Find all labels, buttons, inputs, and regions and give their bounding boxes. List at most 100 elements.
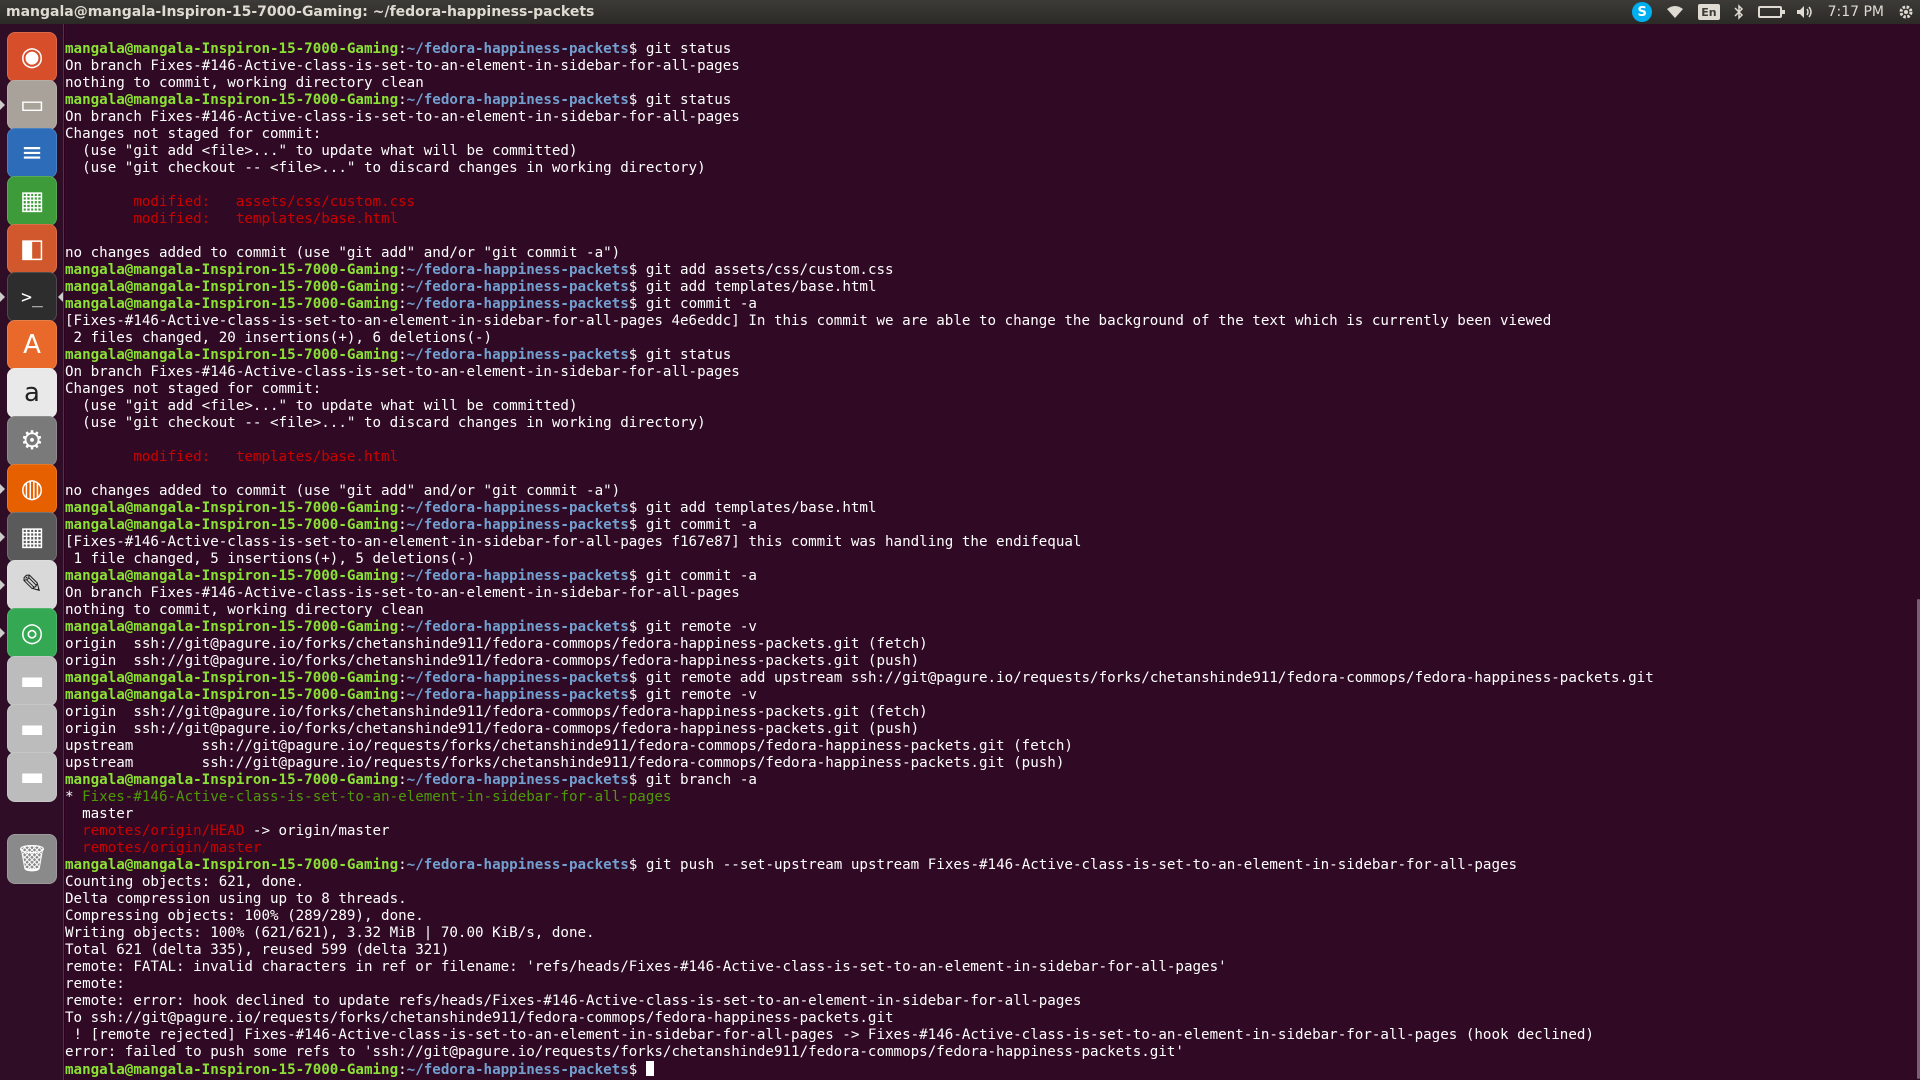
shopping-bag-icon: A [23, 330, 41, 360]
trash-icon: 🗑 [15, 844, 49, 874]
hard-drive-icon: ▬ [19, 714, 45, 744]
launcher-drive-3[interactable]: ▬ [7, 752, 57, 802]
terminal-line: origin ssh://git@pagure.io/forks/chetans… [65, 636, 1920, 653]
terminal-line: On branch Fixes-#146-Active-class-is-set… [65, 364, 1920, 381]
indicator-area: S En 7:17 PM [1632, 0, 1914, 24]
output-text: 1 file changed, 5 insertions(+), 5 delet… [65, 551, 475, 567]
terminal-line: (use "git checkout -- <file>..." to disc… [65, 415, 1920, 432]
terminal-line: modified: templates/base.html [65, 449, 1920, 466]
command-text: git status [645, 92, 732, 108]
output-text: origin ssh://git@pagure.io/forks/chetans… [65, 704, 928, 720]
launcher-system-settings[interactable]: ⚙ [7, 416, 57, 466]
terminal-line: mangala@mangala-Inspiron-15-7000-Gaming:… [65, 41, 1920, 58]
command-text: git push --set-upstream upstream Fixes-#… [645, 857, 1518, 873]
bluetooth-icon[interactable] [1734, 3, 1744, 21]
prompt-symbol: $ [628, 772, 646, 788]
prompt-path: ~/fedora-happiness-packets [406, 670, 629, 686]
output-text: origin ssh://git@pagure.io/forks/chetans… [65, 721, 920, 737]
prompt-user: mangala@mangala-Inspiron-15-7000-Gaming [65, 772, 399, 788]
skype-icon[interactable]: S [1632, 2, 1653, 22]
launcher-chrome[interactable]: ◎ [7, 608, 57, 658]
launcher-drive-2[interactable]: ▬ [7, 704, 57, 754]
terminal-line: (use "git add <file>..." to update what … [65, 143, 1920, 160]
output-text: Total 621 (delta 335), reused 599 (delta… [65, 942, 450, 958]
output-text: no changes added to commit (use "git add… [65, 245, 621, 261]
output-text: On branch Fixes-#146-Active-class-is-set… [65, 585, 740, 601]
output-text: remote: error: hook declined to update r… [65, 993, 1082, 1009]
volume-icon[interactable] [1796, 3, 1814, 21]
prompt-user: mangala@mangala-Inspiron-15-7000-Gaming [65, 500, 399, 516]
prompt-separator: : [398, 687, 407, 703]
terminal-line: mangala@mangala-Inspiron-15-7000-Gaming:… [65, 279, 1920, 296]
keyboard-layout-indicator[interactable]: En [1698, 4, 1720, 20]
terminal-window[interactable]: mangala@mangala-Inspiron-15-7000-Gaming:… [65, 24, 1920, 1080]
terminal-line: origin ssh://git@pagure.io/forks/chetans… [65, 721, 1920, 738]
terminal-line: Compressing objects: 100% (289/289), don… [65, 908, 1920, 925]
gear-icon[interactable] [1898, 3, 1914, 21]
launcher-terminal[interactable]: >_ [7, 272, 57, 322]
output-text: error: failed to push some refs to 'ssh:… [65, 1044, 1184, 1060]
launcher-files[interactable]: ▭ [7, 80, 57, 130]
modified-file: modified: templates/base.html [65, 449, 399, 465]
terminal-line: mangala@mangala-Inspiron-15-7000-Gaming:… [65, 500, 1920, 517]
launcher-libreoffice-impress[interactable]: ◧ [7, 224, 57, 274]
output-text: ! [remote rejected] Fixes-#146-Active-cl… [65, 1027, 1594, 1043]
terminal-line: [Fixes-#146-Active-class-is-set-to-an-el… [65, 534, 1920, 551]
terminal-line: mangala@mangala-Inspiron-15-7000-Gaming:… [65, 262, 1920, 279]
command-text: git status [645, 41, 732, 57]
writer-document-icon: ≡ [21, 138, 43, 168]
terminal-line: remote: [65, 976, 1920, 993]
command-text: git commit -a [645, 517, 757, 533]
current-branch-marker: * [65, 789, 83, 805]
prompt-symbol: $ [628, 857, 646, 873]
prompt-symbol: $ [628, 687, 646, 703]
terminal-line: no changes added to commit (use "git add… [65, 245, 1920, 262]
launcher-libreoffice-calc[interactable]: ▦ [7, 176, 57, 226]
prompt-path: ~/fedora-happiness-packets [406, 857, 629, 873]
launcher-drive-1[interactable]: ▬ [7, 656, 57, 706]
clock[interactable]: 7:17 PM [1828, 3, 1884, 21]
command-text: git remote add upstream ssh://git@pagure… [645, 670, 1654, 686]
terminal-line: master [65, 806, 1920, 823]
prompt-path: ~/fedora-happiness-packets [406, 500, 629, 516]
launcher-trash[interactable]: 🗑 [7, 834, 57, 884]
wifi-icon[interactable] [1666, 3, 1684, 21]
current-branch-name: Fixes-#146-Active-class-is-set-to-an-ele… [82, 789, 672, 805]
prompt-separator: : [398, 500, 407, 516]
battery-icon[interactable] [1757, 3, 1785, 21]
terminal-line: modified: assets/css/custom.css [65, 194, 1920, 211]
remote-branch: remotes/origin/master [65, 840, 262, 856]
terminal-line: mangala@mangala-Inspiron-15-7000-Gaming:… [65, 568, 1920, 585]
prompt-user: mangala@mangala-Inspiron-15-7000-Gaming [65, 687, 399, 703]
hard-drive-icon: ▬ [19, 762, 45, 792]
firefox-icon: ◍ [20, 474, 44, 504]
ubuntu-logo-icon: ◉ [20, 42, 44, 72]
prompt-path: ~/fedora-happiness-packets [406, 687, 629, 703]
launcher-amazon[interactable]: a [7, 368, 57, 418]
launcher-firefox[interactable]: ◍ [7, 464, 57, 514]
launcher-software-center[interactable]: A [7, 320, 57, 370]
prompt-symbol: $ [628, 619, 646, 635]
terminal-icon: >_ [21, 286, 43, 308]
command-text: git commit -a [645, 568, 757, 584]
running-indicator [0, 532, 5, 542]
terminal-line: Changes not staged for commit: [65, 126, 1920, 143]
amazon-icon: a [24, 378, 40, 408]
output-text: Delta compression using up to 8 threads. [65, 891, 407, 907]
prompt-path: ~/fedora-happiness-packets [406, 772, 629, 788]
output-text: remote: [65, 976, 134, 992]
launcher-libreoffice-writer[interactable]: ≡ [7, 128, 57, 178]
terminal-cursor [645, 1061, 654, 1076]
launcher-calculator[interactable]: ▦ [7, 512, 57, 562]
output-text: 2 files changed, 20 insertions(+), 6 del… [65, 330, 493, 346]
launcher-ubuntu-dash[interactable]: ◉ [7, 32, 57, 82]
prompt-separator: : [398, 568, 407, 584]
prompt-symbol: $ [628, 1062, 646, 1078]
terminal-line: mangala@mangala-Inspiron-15-7000-Gaming:… [65, 619, 1920, 636]
command-text: git add templates/base.html [645, 279, 877, 295]
prompt-symbol: $ [628, 347, 646, 363]
output-text: (use "git add <file>..." to update what … [65, 143, 578, 159]
running-indicator [0, 628, 5, 638]
launcher-text-editor[interactable]: ✎ [7, 560, 57, 610]
